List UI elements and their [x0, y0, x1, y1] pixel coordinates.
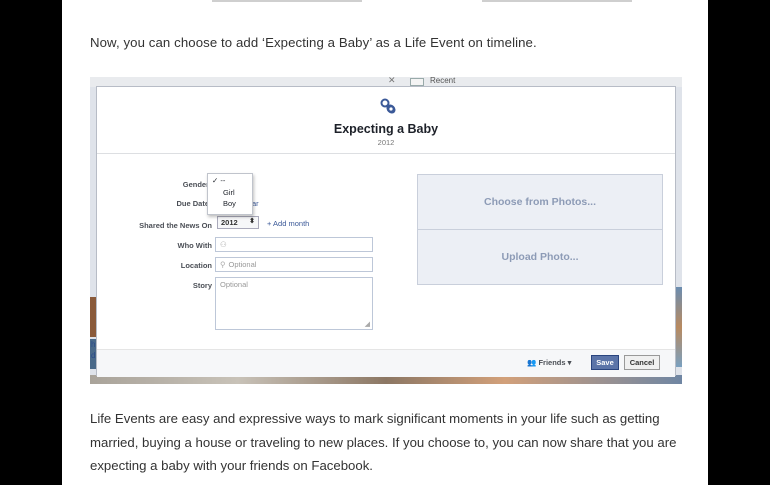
- stepper-icon: ⬍: [249, 218, 255, 225]
- close-icon: ✕: [388, 77, 396, 85]
- friends-icon: 👥: [527, 358, 537, 367]
- calendar-icon: [410, 78, 424, 86]
- story-label: Story: [192, 281, 212, 290]
- upload-photo-button[interactable]: Upload Photo...: [418, 230, 662, 285]
- add-month-link[interactable]: + Add month: [267, 219, 309, 228]
- audience-selector[interactable]: 👥 Friends ▾: [527, 358, 571, 367]
- save-button[interactable]: Save: [591, 355, 619, 370]
- dialog-footer: 👥 Friends ▾ Save Cancel: [97, 349, 675, 377]
- story-placeholder: Optional: [220, 280, 248, 289]
- gender-option-none[interactable]: ✓ --: [212, 176, 225, 185]
- gender-label: Gender: [182, 180, 209, 189]
- location-label: Location: [180, 261, 212, 270]
- gender-option-girl[interactable]: Girl: [223, 188, 235, 197]
- audience-label: Friends: [538, 358, 566, 367]
- year-select[interactable]: 2012 ⬍: [217, 216, 259, 229]
- due-date-link[interactable]: ar: [252, 199, 259, 208]
- article: Now, you can choose to add ‘Expecting a …: [62, 0, 708, 485]
- shared-news-label: Shared the News On: [139, 221, 212, 230]
- body-paragraph: Life Events are easy and expressive ways…: [90, 411, 677, 473]
- dialog-title: Expecting a Baby: [333, 122, 439, 136]
- location-placeholder: Optional: [228, 260, 257, 269]
- who-with-label: Who With: [177, 241, 212, 250]
- pacifier-icon: [380, 98, 396, 114]
- due-date-label: Due Date: [176, 199, 209, 208]
- facebook-screenshot: ✕ Recent hd Expecting a Baby 2012 Gender…: [90, 77, 682, 384]
- story-textarea[interactable]: Optional ◢: [215, 277, 373, 330]
- background-text: hd: [91, 340, 96, 360]
- gender-dropdown[interactable]: ✓ -- Girl Boy: [207, 173, 253, 215]
- intro-paragraph: Now, you can choose to add ‘Expecting a …: [90, 35, 537, 50]
- top-divider: [62, 0, 708, 6]
- location-pin-icon: ⚲: [220, 260, 226, 269]
- dialog-year: 2012: [377, 138, 395, 147]
- person-add-icon: ⚇: [220, 240, 227, 249]
- checkmark-icon: ✓: [212, 176, 219, 185]
- location-input[interactable]: ⚲ Optional: [215, 257, 373, 272]
- choose-from-photos-button[interactable]: Choose from Photos...: [418, 175, 662, 230]
- divider: [97, 153, 675, 154]
- who-with-input[interactable]: ⚇: [215, 237, 373, 252]
- recent-label: Recent: [430, 77, 456, 85]
- photo-picker: Choose from Photos... Upload Photo...: [417, 174, 663, 285]
- year-select-value: 2012: [221, 218, 238, 227]
- life-event-dialog: Expecting a Baby 2012 Gender Due Date ar…: [96, 86, 676, 377]
- gender-option-boy[interactable]: Boy: [223, 199, 236, 208]
- chevron-down-icon: ▾: [567, 358, 572, 367]
- resize-handle-icon[interactable]: ◢: [365, 320, 370, 328]
- cancel-button[interactable]: Cancel: [624, 355, 660, 370]
